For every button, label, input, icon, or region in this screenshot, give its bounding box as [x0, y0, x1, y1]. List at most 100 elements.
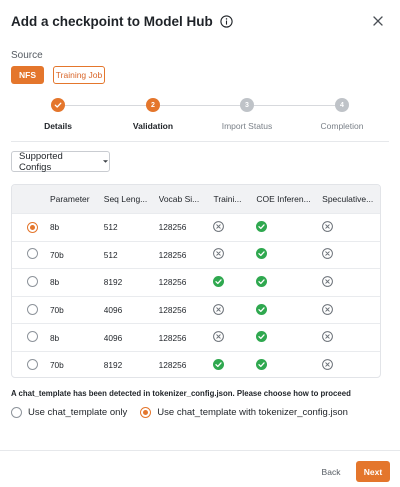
cell-speculative	[322, 303, 380, 317]
row-select-radio[interactable]	[27, 275, 38, 287]
info-icon[interactable]	[220, 14, 233, 28]
cell-parameter: 8b	[49, 222, 60, 233]
source-nfs-button[interactable]: NFS	[11, 66, 44, 84]
row-select-cell	[12, 358, 50, 372]
cell-training	[213, 331, 256, 344]
check-circle-icon	[256, 303, 268, 315]
cell-speculative	[322, 358, 380, 372]
row-select-cell	[12, 248, 50, 261]
cell-coe-inference	[256, 220, 322, 234]
table-row[interactable]: 70b 512 128256	[12, 240, 380, 269]
footer-divider	[0, 450, 400, 451]
check-circle-icon	[256, 220, 268, 232]
source-training-job-button[interactable]: Training Job	[53, 66, 105, 84]
cell-seq-length: 4096	[103, 305, 123, 316]
row-select-radio[interactable]	[27, 221, 38, 233]
check-circle-icon	[213, 275, 225, 287]
cell-parameter: 70b	[49, 360, 64, 371]
row-select-radio[interactable]	[27, 331, 38, 343]
row-select-cell	[12, 221, 50, 233]
check-circle-icon	[213, 358, 225, 370]
dialog-header: Add a checkpoint to Model Hub	[11, 12, 388, 30]
check-circle-icon	[256, 248, 268, 260]
table-header: Parameter Seq Leng... Vocab Si... Traini…	[12, 185, 380, 213]
chat-template-options: Use chat_template only Use chat_template…	[11, 407, 361, 418]
option-chat-template-only[interactable]: Use chat_template only	[11, 407, 127, 418]
check-circle-icon	[256, 358, 268, 370]
cell-vocab-size: 128256	[158, 332, 187, 343]
cell-parameter: 8b	[49, 332, 60, 343]
step-label: Validation	[132, 121, 174, 131]
cell-coe-inference	[256, 331, 322, 344]
close-button[interactable]	[370, 13, 386, 29]
divider	[11, 141, 389, 142]
table-row[interactable]: 70b 8192 128256	[12, 350, 380, 377]
radio-button[interactable]	[11, 407, 22, 418]
dropdown-label: Supported Configs	[19, 150, 63, 173]
cell-training	[213, 248, 256, 261]
back-button[interactable]: Back	[312, 462, 350, 481]
x-circle-icon	[322, 220, 334, 232]
step-label: Completion	[320, 121, 364, 131]
row-select-radio[interactable]	[27, 358, 38, 370]
cell-vocab-size: 128256	[158, 249, 187, 260]
option-label: Use chat_template only	[28, 407, 128, 418]
row-select-cell	[12, 275, 50, 289]
progress-stepper: Details 2 Validation 3 Import Status 4 C…	[11, 98, 389, 134]
table-row[interactable]: 8b 4096 128256	[12, 323, 380, 351]
cell-speculative	[322, 276, 380, 289]
step-complete-icon	[51, 98, 65, 112]
row-select-cell	[12, 331, 50, 344]
cell-training	[213, 275, 256, 289]
cell-speculative	[322, 248, 380, 261]
step-validation: 2 Validation	[108, 98, 198, 131]
step-label: Details	[44, 121, 72, 131]
cell-speculative	[322, 220, 380, 234]
check-circle-icon	[256, 331, 268, 343]
chevron-down-icon	[102, 158, 109, 165]
x-circle-icon	[213, 220, 225, 232]
cell-seq-length: 8192	[103, 277, 123, 288]
cell-training	[213, 358, 256, 372]
x-circle-icon	[213, 331, 225, 343]
column-header-training[interactable]: Traini...	[213, 194, 256, 204]
cell-training	[213, 303, 256, 317]
table-row[interactable]: 8b 512 128256	[12, 213, 380, 241]
step-import-status: 3 Import Status	[202, 98, 292, 131]
column-header-speculative[interactable]: Speculative...	[322, 194, 380, 204]
cell-seq-length: 8192	[103, 360, 123, 371]
table-row[interactable]: 8b 8192 128256	[12, 268, 380, 296]
x-circle-icon	[322, 248, 334, 260]
dialog-title: Add a checkpoint to Model Hub	[11, 13, 213, 29]
step-label: Import Status	[221, 121, 273, 131]
column-header-coe-inference[interactable]: COE Inferen...	[256, 194, 322, 204]
row-select-cell	[12, 303, 50, 317]
column-header-parameter[interactable]: Parameter	[50, 194, 104, 204]
step-number: 2	[146, 98, 160, 112]
table-body: 8b 512 128256 70b 512 128256 8b 8192 128256 70b 40…	[12, 213, 380, 377]
cell-coe-inference	[256, 303, 322, 317]
cell-coe-inference	[256, 275, 322, 289]
x-circle-icon	[322, 331, 334, 343]
next-button[interactable]: Next	[356, 461, 390, 482]
option-chat-template-with-tokenizer[interactable]: Use chat_template with tokenizer_config.…	[140, 407, 348, 418]
close-icon	[373, 16, 383, 26]
table-row[interactable]: 70b 4096 128256	[12, 295, 380, 324]
x-circle-icon	[213, 303, 225, 315]
cell-training	[213, 220, 256, 234]
supported-configs-dropdown[interactable]: Supported Configs	[11, 150, 110, 173]
step-completion: 4 Completion	[297, 98, 387, 131]
cell-vocab-size: 128256	[158, 277, 187, 288]
cell-seq-length: 4096	[103, 332, 123, 343]
row-select-radio[interactable]	[27, 248, 38, 260]
step-number: 4	[335, 98, 349, 112]
cell-vocab-size: 128256	[158, 360, 187, 371]
row-select-radio[interactable]	[27, 303, 38, 315]
column-header-vocab-size[interactable]: Vocab Si...	[159, 194, 214, 204]
radio-button[interactable]	[140, 407, 152, 418]
step-details: Details	[13, 98, 103, 131]
cell-speculative	[322, 331, 380, 344]
column-header-seq-length[interactable]: Seq Leng...	[104, 194, 159, 204]
cell-parameter: 70b	[49, 305, 64, 316]
cell-coe-inference	[256, 248, 322, 261]
